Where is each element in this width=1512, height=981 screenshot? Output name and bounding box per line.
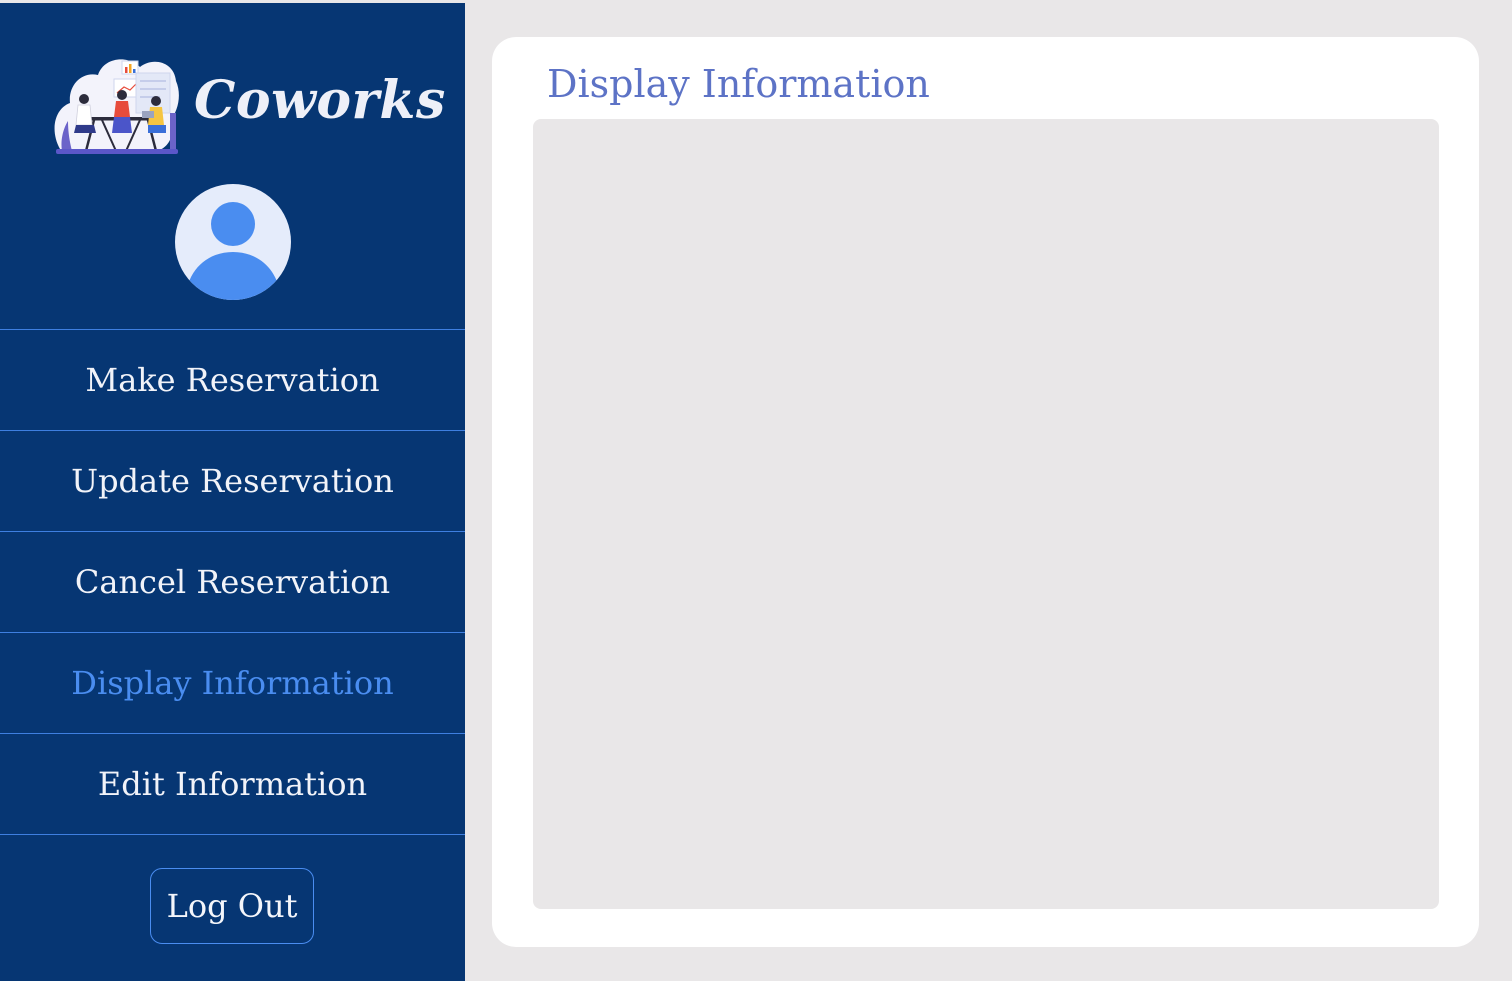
user-avatar[interactable] <box>175 184 291 300</box>
information-display-panel <box>533 119 1439 909</box>
app-window: Coworks Make Reservation Update Reservat… <box>0 0 1512 981</box>
logout-button[interactable]: Log Out <box>150 868 314 944</box>
coworking-illustration-icon <box>54 59 179 154</box>
sidebar-item-display-information[interactable]: Display Information <box>0 633 465 734</box>
main-card: Display Information <box>492 37 1479 947</box>
user-avatar-icon <box>185 202 281 300</box>
sidebar-item-make-reservation[interactable]: Make Reservation <box>0 330 465 431</box>
sidebar: Coworks Make Reservation Update Reservat… <box>0 3 465 981</box>
page-title: Display Information <box>547 62 930 106</box>
brand: Coworks <box>52 47 445 157</box>
sidebar-nav: Make Reservation Update Reservation Canc… <box>0 329 465 835</box>
brand-name: Coworks <box>194 70 446 131</box>
sidebar-item-update-reservation[interactable]: Update Reservation <box>0 431 465 532</box>
sidebar-item-edit-information[interactable]: Edit Information <box>0 734 465 835</box>
sidebar-item-cancel-reservation[interactable]: Cancel Reservation <box>0 532 465 633</box>
